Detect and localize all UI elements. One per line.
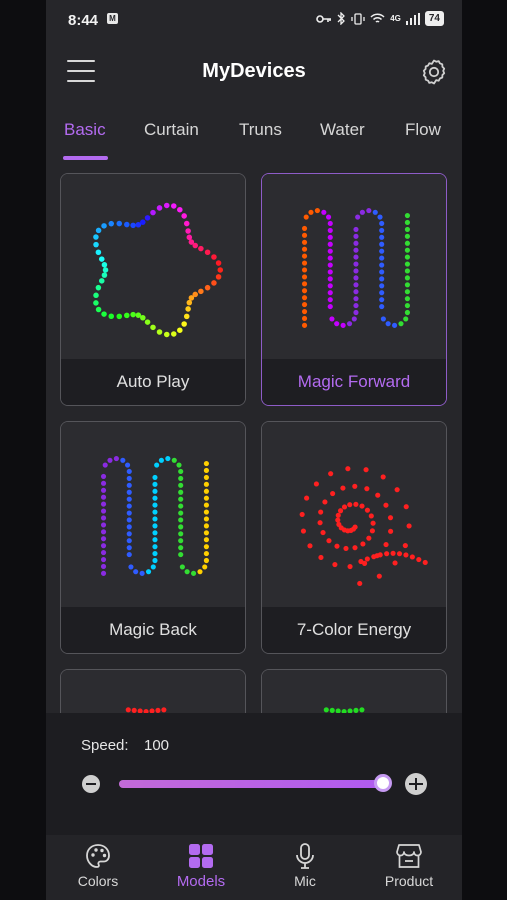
palette-icon	[86, 844, 110, 868]
nav-label: Product	[384, 873, 434, 889]
mode-grid: Auto Play Magic Forward Magic Back 7-Col…	[46, 172, 462, 714]
status-icons: 4G 74	[316, 11, 444, 26]
grid-icon	[189, 844, 213, 868]
tab-truns[interactable]: Truns	[239, 120, 282, 140]
tab-basic[interactable]: Basic	[64, 120, 106, 140]
speed-increase-button[interactable]	[405, 773, 427, 795]
speed-slider-thumb[interactable]	[374, 774, 392, 792]
nav-label: Colors	[77, 873, 119, 889]
microphone-icon	[296, 843, 314, 869]
speed-label: Speed:	[81, 737, 129, 754]
signal-icon	[405, 12, 420, 25]
green-pattern-preview-icon	[262, 670, 446, 714]
magic-back-preview-icon	[61, 422, 245, 608]
auto-play-preview-icon	[61, 174, 245, 360]
speed-slider-fill	[119, 780, 383, 788]
key-icon	[316, 14, 332, 23]
app-screen: 8:44 M 4G 74 MyDevices Basic Curtain Tru…	[46, 0, 462, 900]
nav-label: Mic	[294, 873, 316, 889]
bluetooth-icon	[337, 12, 346, 25]
nav-product[interactable]: Product	[364, 841, 454, 889]
page-title: MyDevices	[202, 60, 306, 82]
wifi-icon	[370, 12, 385, 23]
notification-icon: M	[107, 13, 118, 24]
tab-flow[interactable]: Flow	[405, 120, 441, 140]
network-type: 4G	[390, 14, 401, 23]
magic-forward-preview-icon	[262, 174, 446, 360]
mode-card-partial[interactable]	[261, 669, 447, 714]
tab-curtain[interactable]: Curtain	[144, 120, 199, 140]
vibrate-icon	[351, 12, 365, 25]
mode-card-label: Auto Play	[61, 359, 245, 405]
nav-label: Models	[176, 873, 226, 890]
mode-card-label: 7-Color Energy	[262, 607, 446, 653]
mode-card-label: Magic Forward	[262, 359, 446, 405]
status-bar: 8:44 M 4G 74	[46, 0, 462, 40]
bottom-navigation: Colors Models Mic Product	[46, 835, 462, 900]
mode-card-partial[interactable]	[60, 669, 246, 714]
nav-models[interactable]: Models	[156, 841, 246, 890]
store-icon	[396, 844, 422, 868]
mode-card-magic-back[interactable]: Magic Back	[60, 421, 246, 654]
speed-value: 100	[144, 737, 170, 754]
mode-tabs: Basic Curtain Truns Water Flow	[46, 116, 462, 164]
speed-panel: Speed: 100	[46, 713, 462, 835]
spiral-preview-icon	[262, 422, 446, 608]
nav-colors[interactable]: Colors	[53, 841, 143, 889]
speed-slider[interactable]	[119, 774, 392, 792]
mode-card-7-color-energy[interactable]: 7-Color Energy	[261, 421, 447, 654]
active-tab-indicator	[63, 156, 108, 160]
tab-water[interactable]: Water	[320, 120, 365, 140]
red-pattern-preview-icon	[61, 670, 245, 714]
status-time: 8:44	[68, 12, 99, 29]
nav-mic[interactable]: Mic	[260, 841, 350, 889]
mode-card-label: Magic Back	[61, 607, 245, 653]
gear-icon[interactable]	[420, 58, 448, 86]
battery-indicator: 74	[424, 11, 444, 26]
mode-card-auto-play[interactable]: Auto Play	[60, 173, 246, 406]
mode-card-magic-forward[interactable]: Magic Forward	[261, 173, 447, 406]
top-app-bar: MyDevices	[46, 46, 462, 98]
speed-decrease-button[interactable]	[82, 775, 100, 793]
